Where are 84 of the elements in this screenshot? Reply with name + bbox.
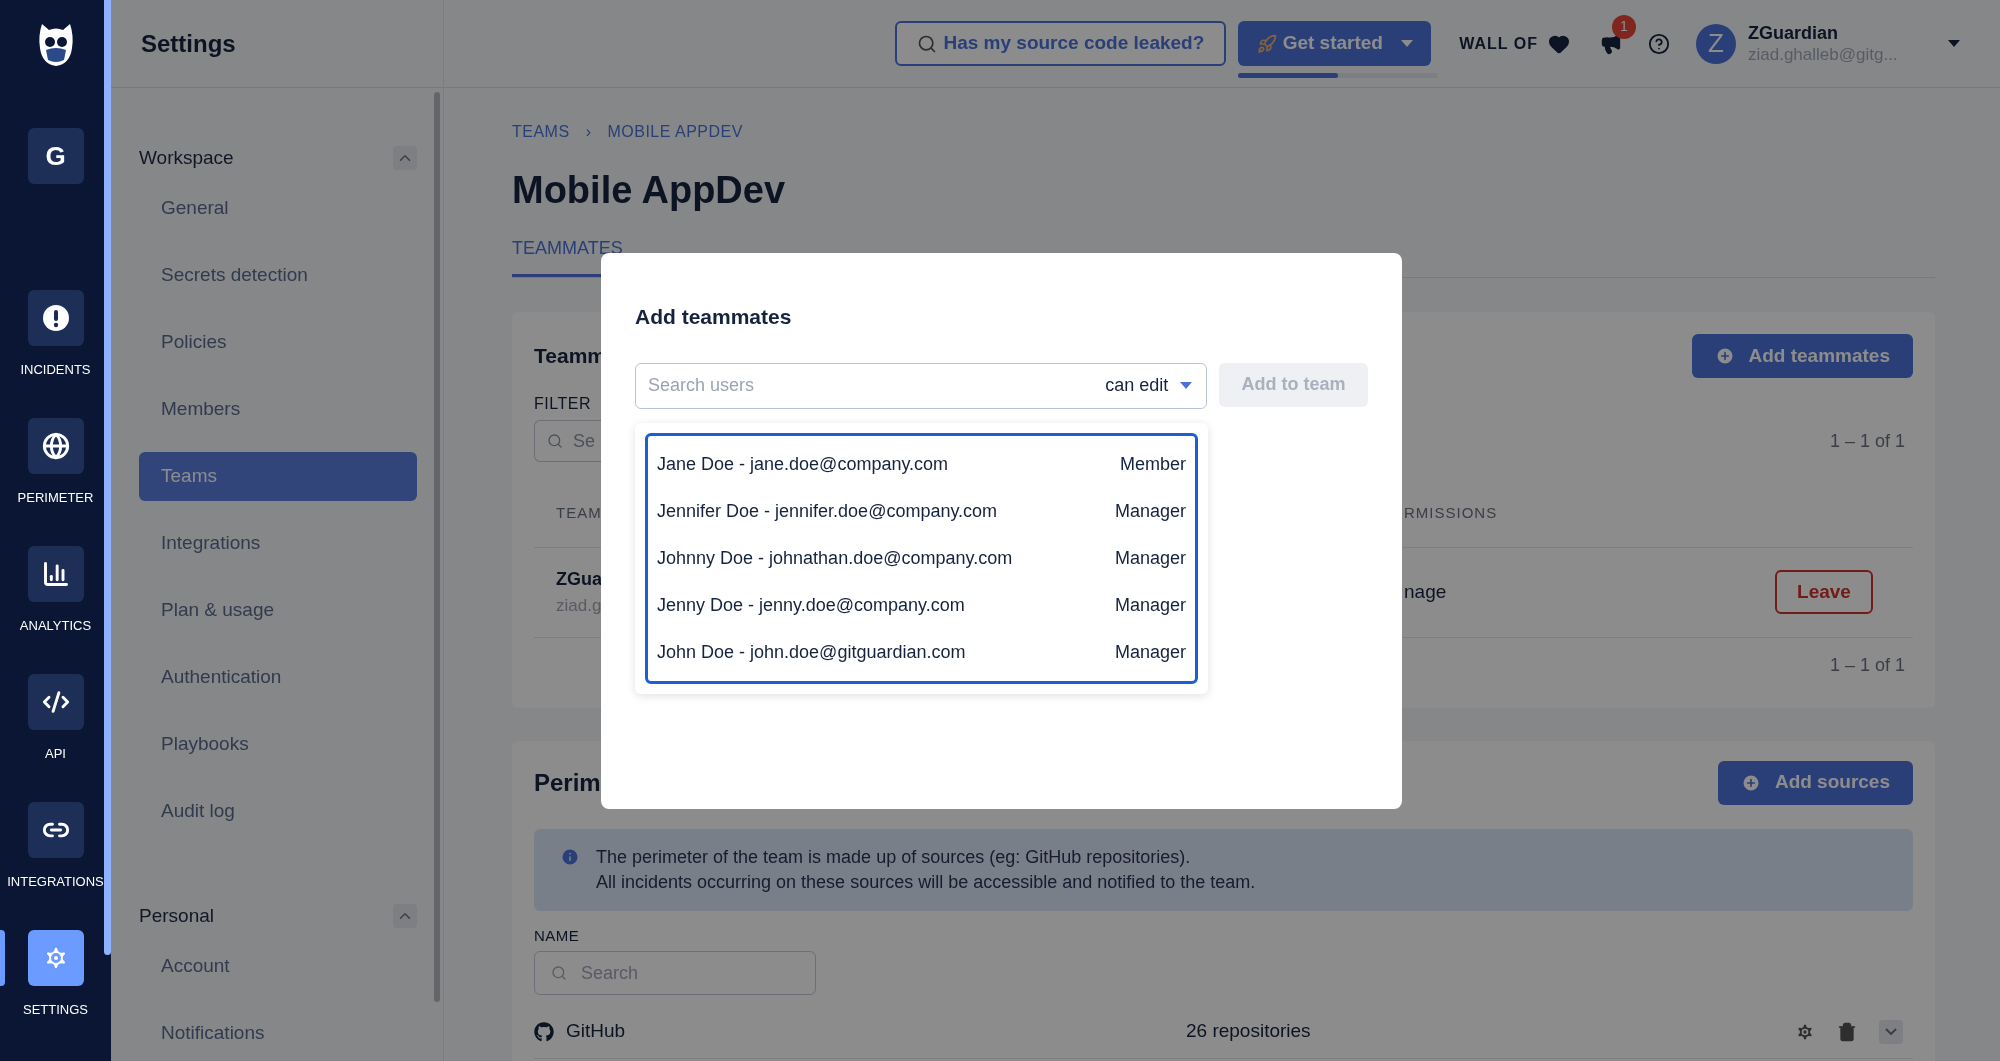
source-count: 26 repositories: [1186, 1019, 1311, 1044]
sidebar-item[interactable]: Audit log: [139, 787, 417, 836]
workspace-button[interactable]: G: [27, 128, 84, 184]
source-name: GitHub: [566, 1019, 627, 1044]
column-header: TEAM: [555, 503, 601, 523]
search-icon: [551, 965, 567, 981]
card-title: Perim: [534, 767, 601, 798]
info-text: All incidents occurring on these sources will be accessible and notified to the team.: [596, 870, 1256, 894]
add-sources-button[interactable]: Add sources: [1717, 760, 1913, 805]
breadcrumb-link[interactable]: TEAMS: [512, 120, 570, 144]
code-icon: [41, 688, 70, 716]
leak-check-button[interactable]: Has my source code leaked?: [895, 21, 1227, 66]
help-button[interactable]: [1648, 32, 1670, 55]
dialog-title: Add teammates: [635, 304, 793, 330]
breadcrumb-link[interactable]: MOBILE APPDEV: [607, 120, 743, 144]
user-option[interactable]: John Doe - john.doe@gitguardian.com Manager: [657, 628, 1186, 676]
rail-button[interactable]: [27, 674, 84, 730]
page-title: Mobile AppDev: [512, 168, 787, 213]
caret-icon: [1180, 382, 1193, 389]
plus-icon: [1740, 772, 1761, 793]
sidebar-item[interactable]: Notifications: [139, 1009, 417, 1058]
bar-chart-icon: [41, 560, 70, 588]
magnifier-icon: [917, 33, 938, 54]
rail-button[interactable]: [27, 290, 84, 346]
rail-label: INTEGRATIONS: [7, 873, 104, 891]
sidebar-item[interactable]: Members: [139, 385, 417, 434]
rail-button[interactable]: [27, 802, 84, 858]
rail-button[interactable]: [27, 546, 84, 602]
section-title: Workspace: [139, 145, 234, 170]
sidebar-item[interactable]: Plan & usage: [139, 586, 417, 635]
member-name: ZGua: [556, 567, 601, 591]
section-title: Personal: [139, 903, 214, 928]
caret-icon: [1400, 40, 1413, 47]
user-name: ZGuardian: [1748, 21, 1839, 44]
notification-badge: 1: [1612, 14, 1636, 39]
sidebar-item[interactable]: Policies: [139, 318, 417, 367]
caret-icon: [1948, 40, 1960, 47]
info-icon: [560, 846, 580, 867]
filter-label: FILTER: [534, 394, 591, 414]
sidebar-item[interactable]: Authentication: [139, 653, 417, 702]
sidebar-item[interactable]: Integrations: [139, 519, 417, 568]
sidebar-item[interactable]: Teams: [139, 452, 417, 501]
rail-label: SETTINGS: [23, 1001, 88, 1019]
breadcrumb-separator: ›: [585, 122, 592, 142]
sidebar-title: Settings: [141, 28, 236, 59]
expand-button[interactable]: [1879, 1019, 1903, 1044]
github-icon: [534, 1021, 554, 1042]
wall-of-label: WALL OF: [1459, 33, 1538, 54]
globe-icon: [41, 432, 70, 460]
user-option[interactable]: Johnny Doe - johnathan.doe@company.com Manager: [657, 534, 1186, 582]
info-text: The perimeter of the team is made up of sources (eg: GitHub repositories).: [596, 845, 1192, 869]
user-search-field[interactable]: Search users can edit: [635, 362, 1208, 409]
avatar[interactable]: Z: [1696, 23, 1736, 64]
rail-button[interactable]: [27, 930, 84, 986]
plus-icon: [1714, 346, 1735, 366]
rail-button[interactable]: [27, 418, 84, 474]
permission-text: nage: [1404, 579, 1447, 604]
user-option[interactable]: Jenny Doe - jenny.doe@company.com Manager: [657, 581, 1186, 629]
user-option[interactable]: Jane Doe - jane.doe@company.com Member: [657, 440, 1186, 488]
add-teammates-button[interactable]: Add teammates: [1691, 334, 1913, 378]
rail-label: ANALYTICS: [19, 617, 92, 635]
sidebar-item[interactable]: Playbooks: [139, 720, 417, 769]
sidebar-item[interactable]: Secrets detection: [139, 251, 417, 300]
rocket-icon: [1256, 33, 1277, 54]
settings-icon[interactable]: [1795, 1021, 1815, 1042]
name-label: NAME: [534, 925, 581, 946]
sidebar-item[interactable]: Account: [139, 942, 417, 991]
trash-icon[interactable]: [1837, 1021, 1857, 1042]
search-input[interactable]: Search users: [648, 372, 1106, 399]
column-header: RMISSIONS: [1404, 503, 1499, 523]
sidebar-item[interactable]: General: [139, 184, 417, 233]
chevron-down-icon: [1885, 1028, 1897, 1035]
leave-button[interactable]: Leave: [1775, 570, 1873, 614]
pagination: 1 – 1 of 1: [1828, 654, 1906, 677]
user-option[interactable]: Jennifer Doe - jennifer.doe@company.com Manager: [657, 487, 1186, 535]
alert-icon: [41, 304, 70, 332]
rail-label: PERIMETER: [17, 489, 94, 507]
search-icon: [547, 433, 563, 449]
rail-label: API: [45, 745, 66, 763]
get-started-button[interactable]: Get started: [1238, 21, 1432, 66]
permission-select[interactable]: can edit: [1105, 372, 1193, 399]
help-icon: [1648, 32, 1670, 55]
rail-label: INCIDENTS: [20, 361, 91, 379]
pagination: 1 – 1 of 1: [1828, 429, 1906, 453]
